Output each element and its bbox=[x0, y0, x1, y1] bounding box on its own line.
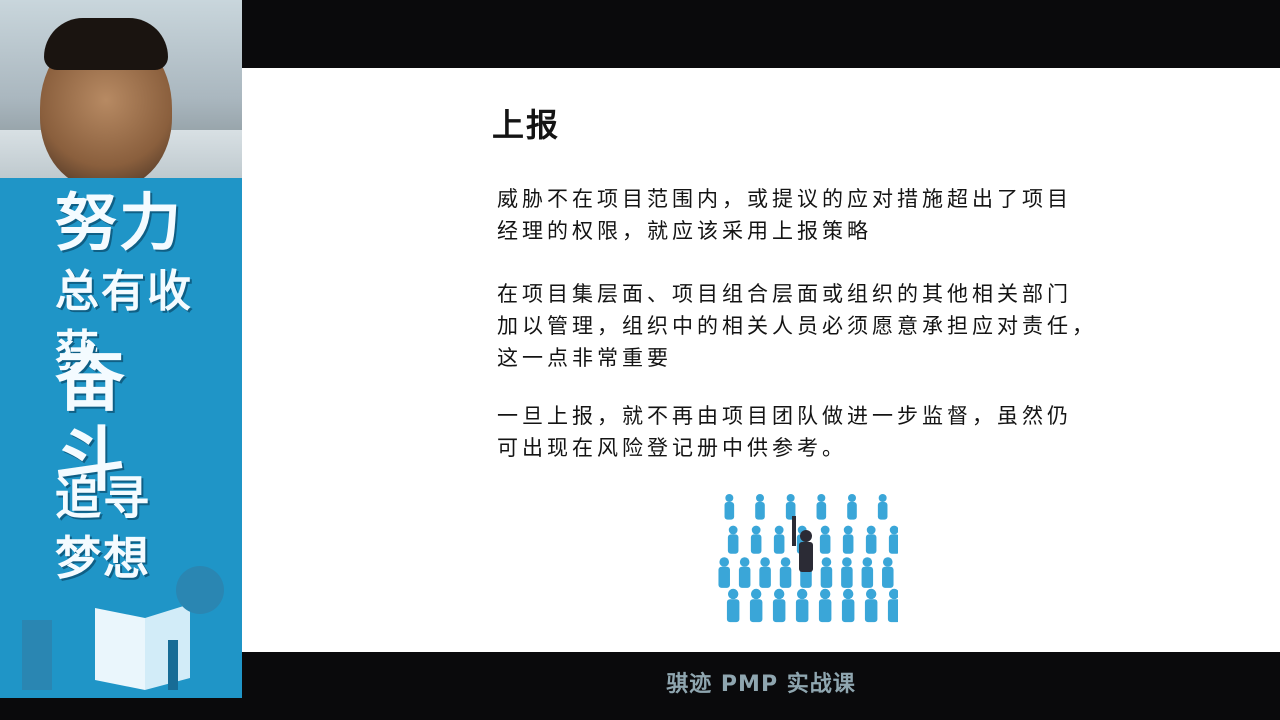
presenter-webcam bbox=[0, 0, 242, 178]
crowd-person bbox=[887, 588, 898, 623]
crowd-person bbox=[882, 557, 894, 588]
crowd-group bbox=[718, 494, 898, 623]
slide-paragraph-2: 在项目集层面、项目组合层面或组织的其他相关部门 加以管理，组织中的相关人员必须愿… bbox=[497, 282, 1097, 370]
crowd-person bbox=[718, 557, 730, 588]
crowd-person bbox=[841, 588, 855, 623]
book-icon bbox=[95, 608, 145, 690]
crowd-person bbox=[816, 494, 827, 520]
presenter-hair bbox=[44, 18, 168, 70]
crowd-person bbox=[795, 588, 809, 623]
presentation-slide: 上报 威胁不在项目范围内，或提议的应对措施超出了项目 经理的权限，就应该采用上报… bbox=[242, 68, 1280, 652]
slide-title: 上报 bbox=[492, 106, 561, 144]
top-letterbox bbox=[242, 0, 1280, 68]
crowd-person bbox=[842, 525, 854, 554]
crowd-person bbox=[749, 588, 763, 623]
course-watermark: 骐迹 PMP 实战课 bbox=[666, 672, 856, 697]
crowd-person bbox=[755, 494, 765, 520]
crowd-person bbox=[841, 557, 853, 588]
crowd-person bbox=[785, 494, 796, 520]
slogan-effort: 努力 bbox=[55, 186, 184, 259]
left-sidebar-banner: 努力 总有收获 奋斗 追寻梦想 bbox=[0, 0, 242, 698]
crowd-person bbox=[819, 525, 831, 554]
highlighted-person-raising-hand bbox=[792, 516, 813, 572]
crowd-raised-hand-icon bbox=[718, 494, 898, 623]
telescope-icon bbox=[176, 566, 224, 614]
crowd-person bbox=[750, 525, 762, 554]
bottom-letterbox: 骐迹 PMP 实战课 bbox=[242, 652, 1280, 720]
crowd-person bbox=[861, 557, 874, 588]
crowd-person bbox=[888, 525, 898, 554]
crowd-person bbox=[727, 525, 739, 554]
crowd-person bbox=[759, 557, 771, 588]
book-and-telescope-illustration bbox=[22, 566, 224, 690]
crowd-person bbox=[818, 588, 832, 623]
slide-paragraph-3: 一旦上报，就不再由项目团队做进一步监督，虽然仍 可出现在风险登记册中供参考。 bbox=[497, 404, 1072, 460]
crowd-person bbox=[877, 494, 888, 520]
crowd-person bbox=[772, 588, 786, 623]
slide-paragraph-1: 威胁不在项目范围内，或提议的应对措施超出了项目 经理的权限，就应该采用上报策略 bbox=[497, 187, 1072, 243]
crowd-person bbox=[820, 557, 833, 588]
crowd-person bbox=[738, 557, 751, 588]
crowd-person bbox=[864, 588, 878, 623]
crowd-person bbox=[773, 525, 785, 554]
crowd-person bbox=[865, 525, 877, 554]
crowd-person bbox=[779, 557, 792, 588]
crowd-person bbox=[724, 494, 735, 520]
deco-bar-icon bbox=[22, 620, 52, 690]
crowd-person bbox=[847, 494, 857, 520]
crowd-person bbox=[726, 588, 740, 623]
